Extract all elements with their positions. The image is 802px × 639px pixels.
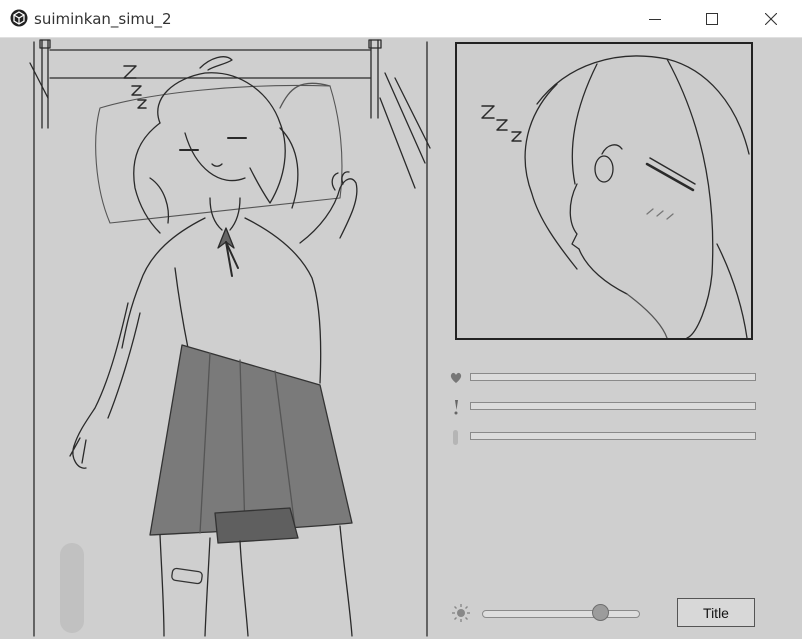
close-button[interactable]	[748, 0, 794, 37]
status-row-alert	[449, 399, 759, 415]
minimize-button[interactable]	[632, 0, 678, 37]
sun-icon	[452, 604, 470, 622]
alert-meter	[470, 402, 756, 410]
figure-icon	[453, 430, 458, 445]
brightness-slider-thumb[interactable]	[592, 604, 610, 621]
status-row-heart	[449, 370, 759, 386]
close-icon	[765, 12, 777, 25]
app-icon	[10, 9, 28, 27]
maximize-icon	[706, 12, 718, 25]
status-row-figure	[449, 429, 759, 445]
closeup-face-panel	[455, 42, 753, 340]
closeup-face-illustration	[481, 55, 750, 338]
exclamation-icon	[454, 400, 458, 415]
minimize-icon	[649, 18, 661, 20]
window-titlebar: suiminkan_simu_2	[0, 0, 802, 38]
title-button[interactable]: Title	[677, 598, 755, 627]
bed-scene-illustration[interactable]	[0, 38, 450, 639]
game-client-area: Title	[0, 38, 802, 639]
heart-icon	[450, 372, 462, 383]
brightness-control	[452, 602, 652, 624]
window-title: suiminkan_simu_2	[34, 10, 172, 28]
brightness-slider-track[interactable]	[482, 610, 640, 618]
maximize-button[interactable]	[689, 0, 735, 37]
figure-meter	[470, 432, 756, 440]
heart-meter	[470, 373, 756, 381]
